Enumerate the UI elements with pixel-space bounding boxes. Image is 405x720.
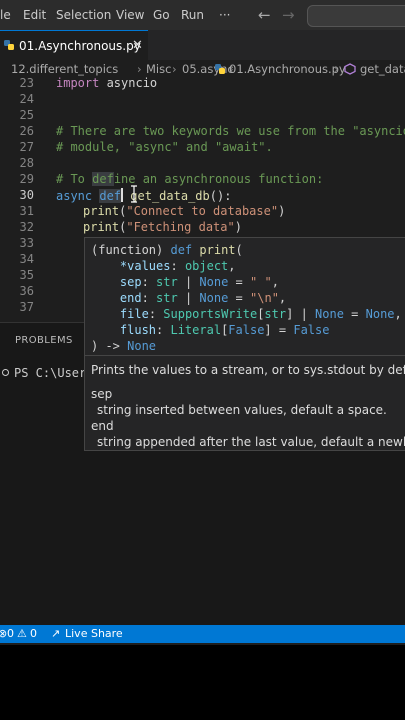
- terminal-circle-icon: [2, 369, 9, 376]
- doc-param-end: end: [91, 419, 114, 433]
- line-number: 23: [19, 76, 34, 90]
- chevron-right-icon: ›: [172, 62, 177, 76]
- menu-run[interactable]: Run: [181, 8, 204, 22]
- menu-selection[interactable]: Selection: [56, 8, 111, 22]
- line-number: 32: [19, 220, 34, 234]
- warnings-icon[interactable]: ⚠: [17, 627, 27, 640]
- live-share-button[interactable]: Live Share: [65, 627, 123, 640]
- breadcrumb-folder-misc[interactable]: Misc: [146, 62, 171, 76]
- line-number: 36: [19, 284, 34, 298]
- chevron-right-icon: ›: [137, 62, 142, 76]
- editor-tabs: 01.Asynchronous.py ✕: [0, 30, 405, 61]
- line-number: 35: [19, 268, 34, 282]
- line-number: 26: [19, 124, 34, 138]
- chevron-right-icon: ›: [334, 62, 339, 76]
- menu-view[interactable]: View: [116, 8, 144, 22]
- function-docstring: Prints the values to a stream, or to sys…: [91, 362, 405, 450]
- line-number: 33: [19, 236, 34, 250]
- line-number: 27: [19, 140, 34, 154]
- breadcrumb-symbol[interactable]: get_data_: [360, 62, 405, 76]
- menu-file[interactable]: le: [0, 8, 11, 22]
- code-line-32: print("Fetching data"): [83, 220, 242, 234]
- command-center[interactable]: [307, 5, 405, 27]
- code-line-23: import asyncio: [56, 76, 158, 90]
- breadcrumb-folder-async[interactable]: 05.async: [182, 62, 234, 76]
- function-signature: (function) def print( *values: object, s…: [91, 243, 402, 353]
- line-number: 34: [19, 252, 34, 266]
- menu-more[interactable]: ···: [219, 8, 230, 22]
- function-symbol-icon: [344, 63, 356, 75]
- python-file-icon: [215, 64, 225, 74]
- status-bar: ⊗ 0 ⚠ 0 ↗ Live Share: [0, 625, 405, 643]
- doc-param-end-desc: string appended after the last value, de…: [97, 435, 405, 449]
- doc-description: Prints the values to a stream, or to sys…: [91, 363, 405, 377]
- doc-param-sep-desc: string inserted between values, default …: [97, 403, 387, 417]
- code-line-29: # To define an asynchronous function:: [56, 172, 324, 186]
- breadcrumb-folder-topics[interactable]: 12.different_topics: [11, 62, 118, 76]
- line-number-active: 30: [19, 188, 34, 202]
- menu-edit[interactable]: Edit: [23, 8, 46, 22]
- breadcrumb-file[interactable]: 01.Asynchronous.py: [229, 62, 346, 76]
- tab-problems[interactable]: PROBLEMS: [15, 335, 73, 346]
- line-number: 24: [19, 92, 34, 106]
- line-number: 31: [19, 204, 34, 218]
- line-number: 37: [19, 300, 34, 314]
- code-line-30: async def get_data_db():: [56, 188, 232, 203]
- menu-go[interactable]: Go: [153, 8, 170, 22]
- code-line-27: # module, "async" and "await".: [56, 140, 273, 154]
- python-file-icon: [4, 40, 14, 50]
- terminal-prompt[interactable]: PS C:\Users: [14, 366, 93, 380]
- code-line-26: # There are two keywords we use from the…: [56, 124, 405, 138]
- warnings-count[interactable]: 0: [30, 627, 37, 640]
- back-arrow-icon[interactable]: ←: [258, 6, 271, 24]
- errors-count[interactable]: 0: [7, 627, 14, 640]
- line-number: 29: [19, 172, 34, 186]
- text-cursor: [121, 188, 124, 202]
- doc-param-sep: sep: [91, 387, 113, 401]
- tab-label: 01.Asynchronous.py: [19, 39, 141, 53]
- ibeam-cursor-icon: [131, 185, 137, 203]
- tooltip-divider: [85, 355, 405, 356]
- menubar: le Edit Selection View Go Run ··· ← →: [0, 0, 405, 30]
- line-number: 25: [19, 108, 34, 122]
- vscode-window: le Edit Selection View Go Run ··· ← → 01…: [0, 0, 405, 645]
- live-share-icon[interactable]: ↗: [51, 627, 60, 640]
- code-line-31: print("Connect to database"): [83, 204, 286, 218]
- hover-tooltip: (function) def print( *values: object, s…: [84, 237, 405, 451]
- tab-asynchronous-py[interactable]: 01.Asynchronous.py ✕: [0, 30, 148, 61]
- close-icon[interactable]: ✕: [132, 38, 143, 53]
- forward-arrow-icon[interactable]: →: [282, 6, 295, 24]
- line-number: 28: [19, 156, 34, 170]
